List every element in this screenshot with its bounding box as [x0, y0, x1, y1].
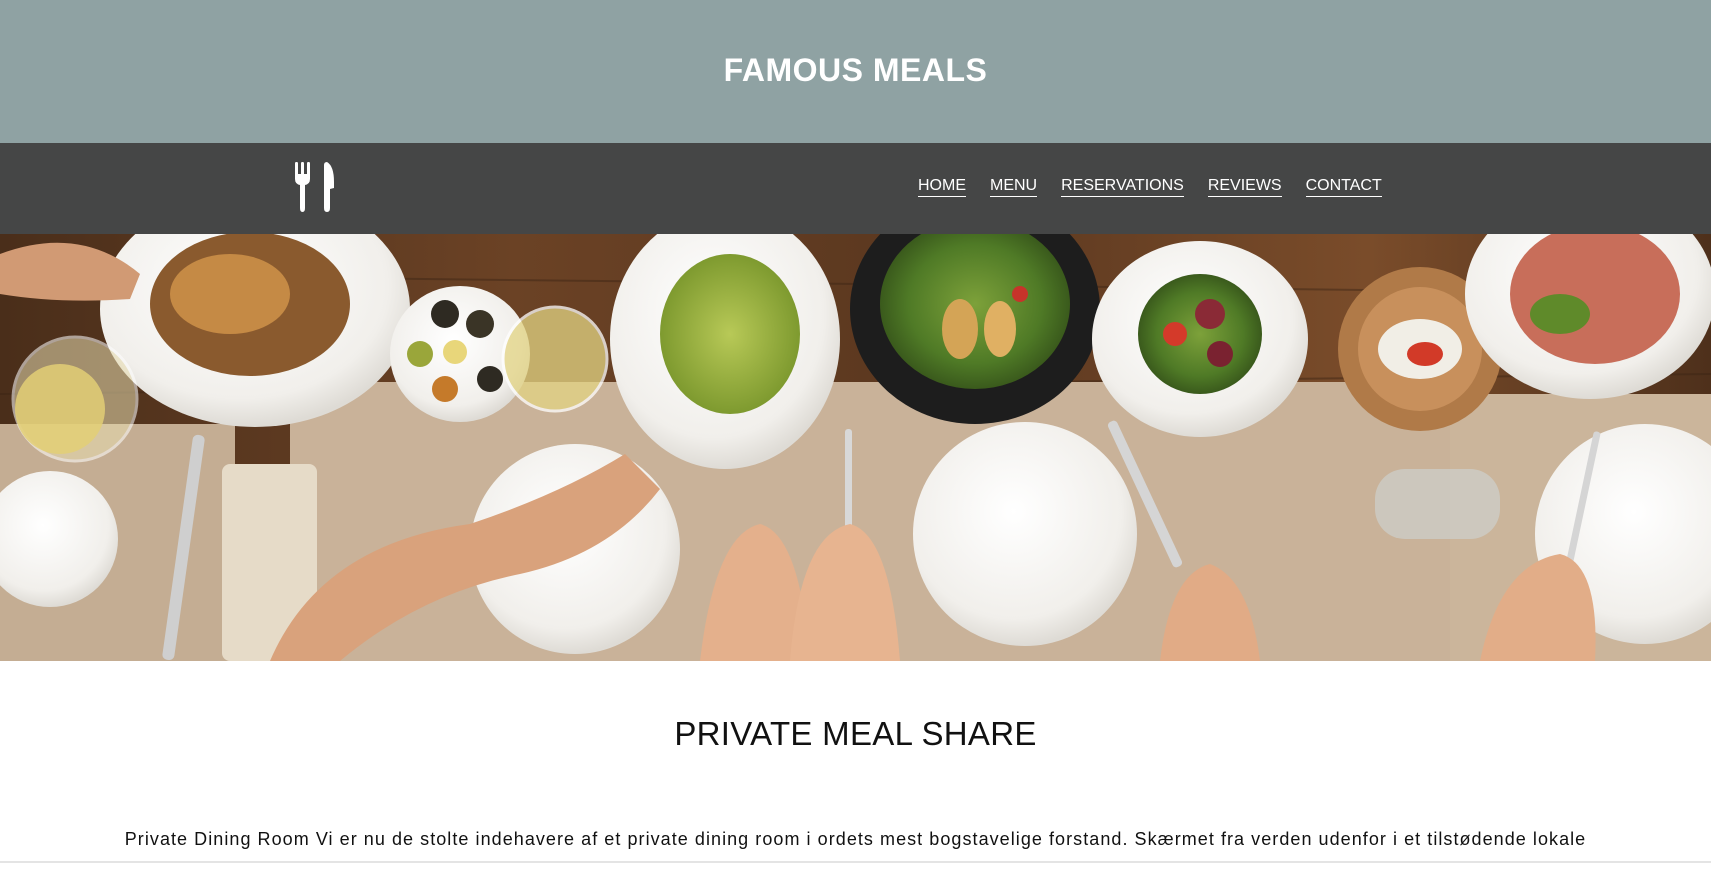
nav-contact-link[interactable]: CONTACT — [1305, 177, 1382, 197]
section-heading: PRIVATE MEAL SHARE — [674, 715, 1037, 752]
nav-home-link[interactable]: HOME — [918, 177, 966, 197]
nav-links: HOME MENU RESERVATIONS REVIEWS CONTACT — [918, 177, 1382, 197]
dining-table-illustration — [0, 234, 1711, 661]
nav-reservations-link[interactable]: RESERVATIONS — [1061, 177, 1184, 197]
intro-paragraph: Private Dining Room Vi er nu de stolte i… — [124, 829, 1587, 849]
fork-knife-icon[interactable] — [293, 162, 337, 212]
divider — [0, 861, 1711, 863]
hero-image — [0, 234, 1711, 661]
site-title: FAMOUS MEALS — [723, 52, 988, 88]
main-navigation: HOME MENU RESERVATIONS REVIEWS CONTACT — [0, 143, 1711, 234]
nav-menu-link[interactable]: MENU — [990, 177, 1038, 197]
nav-reviews-link[interactable]: REVIEWS — [1207, 177, 1282, 197]
site-header: FAMOUS MEALS — [0, 0, 1711, 143]
